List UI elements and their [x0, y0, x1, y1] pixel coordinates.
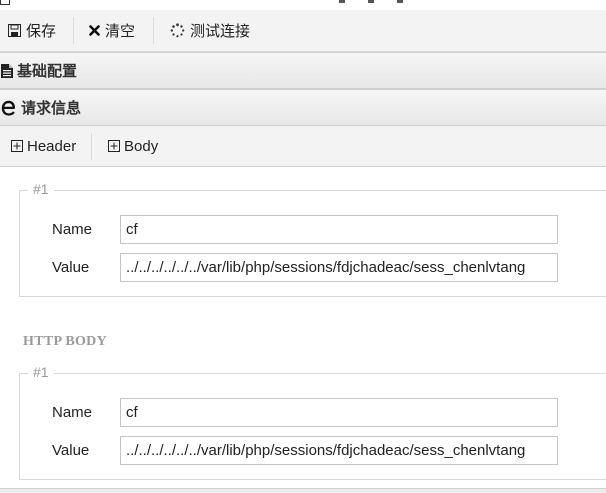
toolbar-divider — [73, 17, 74, 44]
body-value-input[interactable] — [120, 436, 558, 465]
fieldset-legend: #1 — [28, 364, 54, 380]
test-connection-button[interactable]: 测试连接 — [170, 10, 250, 51]
body-name-input[interactable] — [120, 398, 558, 427]
value-label: Value — [52, 259, 90, 276]
window-icon — [0, 0, 10, 5]
name-label: Name — [52, 404, 93, 421]
basic-config-label: 基础配置 — [17, 63, 78, 80]
test-connection-label: 测试连接 — [190, 23, 251, 40]
request-info-label: 请求信息 — [21, 100, 82, 117]
tab-body[interactable]: Body — [108, 126, 158, 166]
fieldset-legend: #1 — [28, 181, 54, 197]
body-fieldset: #1 Name Value — [19, 364, 606, 480]
header-fieldset: #1 Name Value — [19, 181, 606, 297]
toolbar-divider — [153, 17, 154, 44]
tab-body-label: Body — [124, 137, 159, 155]
bottom-edge — [0, 488, 606, 493]
http-body-title: HTTP BODY — [23, 334, 107, 349]
tab-divider — [91, 133, 92, 160]
header-value-input[interactable] — [120, 253, 558, 282]
clear-label: 清空 — [105, 23, 136, 40]
close-icon — [89, 25, 100, 36]
clear-button[interactable]: 清空 — [89, 10, 135, 51]
toolbar: 保存 清空 测试连接 — [0, 10, 606, 52]
header-name-input[interactable] — [120, 215, 558, 244]
tab-header-label: Header — [27, 137, 77, 155]
plus-square-icon — [11, 140, 23, 152]
partial-icon — [368, 0, 374, 3]
request-tabs: Header Body — [0, 126, 606, 167]
spinner-icon — [170, 23, 185, 38]
tab-header[interactable]: Header — [11, 126, 76, 166]
plus-square-icon — [108, 140, 120, 152]
partial-icon — [339, 0, 345, 3]
window-top-edge — [0, 0, 606, 10]
save-icon — [8, 24, 21, 37]
file-icon — [1, 63, 13, 78]
partial-icon — [397, 0, 403, 3]
name-label: Name — [52, 221, 93, 238]
request-info-header[interactable]: 请求信息 — [0, 89, 606, 126]
save-button[interactable]: 保存 — [8, 10, 56, 51]
save-label: 保存 — [26, 23, 57, 40]
ie-icon — [1, 100, 16, 116]
value-label: Value — [52, 442, 90, 459]
basic-config-header[interactable]: 基础配置 — [0, 52, 606, 89]
